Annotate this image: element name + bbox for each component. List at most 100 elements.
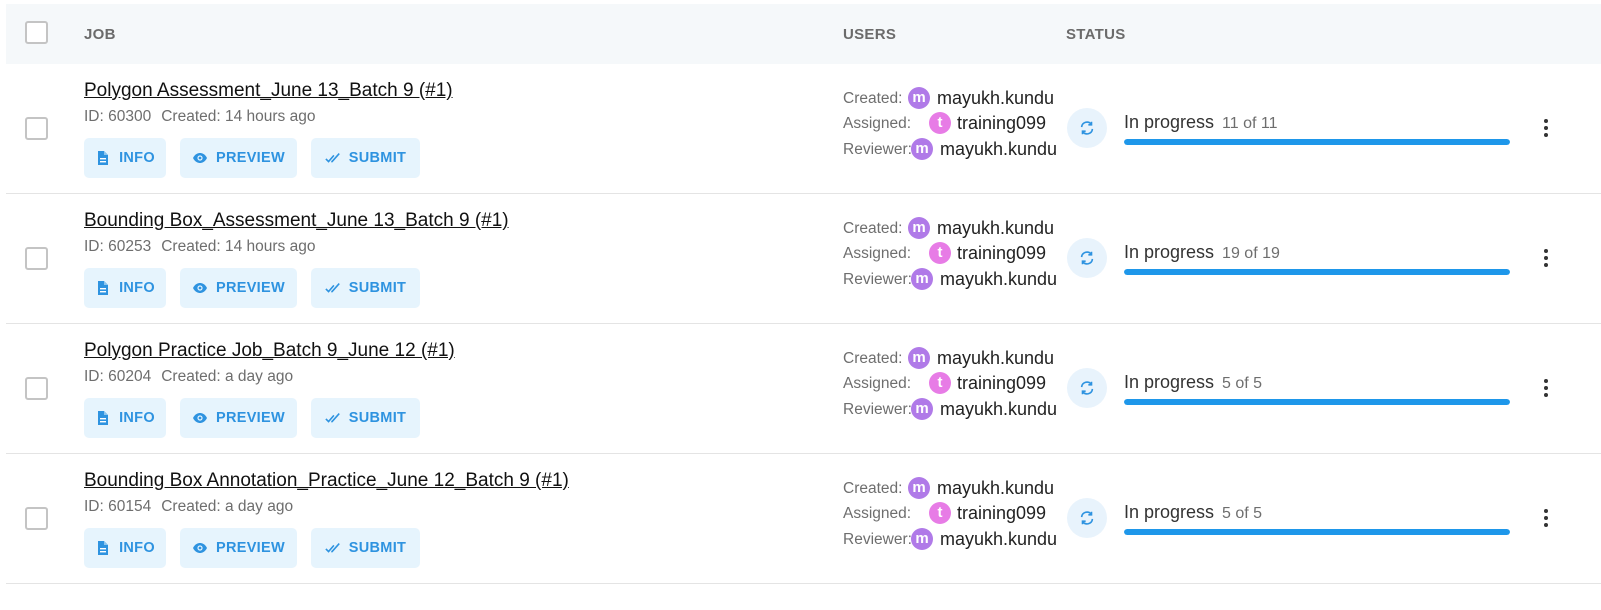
row-checkbox[interactable] xyxy=(25,117,48,140)
user-name: mayukh.kundu xyxy=(940,399,1058,419)
status-text: In progress 5 of 5 xyxy=(1124,372,1262,393)
more-vertical-icon[interactable] xyxy=(1539,377,1553,399)
user-name: mayukh.kundu xyxy=(940,269,1058,289)
status-text: In progress 19 of 19 xyxy=(1124,242,1280,263)
info-button[interactable]: INFO xyxy=(84,138,166,178)
row-checkbox[interactable] xyxy=(25,507,48,530)
more-vertical-icon[interactable] xyxy=(1539,247,1553,269)
created-by-line: Created: m mayukh.kundu xyxy=(843,346,1063,370)
reviewer-label: Reviewer: xyxy=(843,531,912,548)
progress-bar xyxy=(1124,529,1510,535)
info-button[interactable]: INFO xyxy=(84,528,166,568)
preview-button-label: PREVIEW xyxy=(216,540,285,556)
assigned-to-line: Assigned: t training099 xyxy=(843,241,1063,265)
status-count: 5 of 5 xyxy=(1222,505,1263,522)
submit-button[interactable]: SUBMIT xyxy=(311,398,420,438)
column-header-users: USERS xyxy=(843,26,897,43)
job-rows: Polygon Assessment_June 13_Batch 9 (#1) … xyxy=(6,64,1601,584)
user-name: mayukh.kundu xyxy=(940,529,1058,549)
assigned-to-label: Assigned: xyxy=(843,375,912,392)
status-count: 19 of 19 xyxy=(1222,245,1280,262)
info-button-label: INFO xyxy=(119,150,155,166)
preview-button-label: PREVIEW xyxy=(216,410,285,426)
users-cell: Created: m mayukh.kundu Assigned: t training0… xyxy=(843,194,1063,324)
progress-fill xyxy=(1124,529,1510,535)
preview-button[interactable]: PREVIEW xyxy=(180,398,297,438)
created-by-label: Created: xyxy=(843,350,903,367)
document-icon xyxy=(98,151,109,165)
job-created: Created: a day ago xyxy=(161,498,294,515)
row-checkbox[interactable] xyxy=(25,247,48,270)
status-label: In progress xyxy=(1124,372,1215,392)
users-cell: Created: m mayukh.kundu Assigned: t training0… xyxy=(843,454,1063,584)
preview-button-label: PREVIEW xyxy=(216,150,285,166)
preview-button[interactable]: PREVIEW xyxy=(180,138,297,178)
info-button-label: INFO xyxy=(119,280,155,296)
status-count: 5 of 5 xyxy=(1222,375,1263,392)
job-title-link[interactable]: Bounding Box Annotation_Practice_June 12… xyxy=(84,470,569,492)
created-by-label: Created: xyxy=(843,90,903,107)
submit-button[interactable]: SUBMIT xyxy=(311,268,420,308)
double-check-icon xyxy=(325,543,340,553)
assigned-to-line: Assigned: t training099 xyxy=(843,111,1063,135)
double-check-icon xyxy=(325,413,340,423)
job-meta: ID: 60300 Created: 14 hours ago xyxy=(84,108,315,126)
submit-button[interactable]: SUBMIT xyxy=(311,528,420,568)
user-avatar: t xyxy=(929,112,951,134)
jobs-table: JOB USERS STATUS Polygon Assessment_June… xyxy=(6,4,1601,584)
double-check-icon xyxy=(325,283,340,293)
info-button[interactable]: INFO xyxy=(84,398,166,438)
job-created: Created: a day ago xyxy=(161,368,294,385)
eye-icon xyxy=(193,413,207,423)
preview-button-label: PREVIEW xyxy=(216,280,285,296)
column-header-job: JOB xyxy=(84,26,116,43)
table-header: JOB USERS STATUS xyxy=(6,4,1601,64)
user-avatar: m xyxy=(908,477,930,499)
assigned-to-line: Assigned: t training099 xyxy=(843,371,1063,395)
user-avatar: m xyxy=(908,217,930,239)
assigned-to-label: Assigned: xyxy=(843,245,912,262)
preview-button[interactable]: PREVIEW xyxy=(180,268,297,308)
progress-fill xyxy=(1124,139,1510,145)
user-avatar: t xyxy=(929,242,951,264)
user-name: training099 xyxy=(957,113,1047,133)
status-count: 11 of 11 xyxy=(1222,115,1278,132)
info-button-label: INFO xyxy=(119,410,155,426)
preview-button[interactable]: PREVIEW xyxy=(180,528,297,568)
job-meta: ID: 60204 Created: a day ago xyxy=(84,368,293,386)
sync-icon xyxy=(1067,498,1107,538)
user-name: mayukh.kundu xyxy=(937,348,1055,368)
reviewer-line: Reviewer: m mayukh.kundu xyxy=(843,137,1063,161)
status-label: In progress xyxy=(1124,112,1215,132)
job-id: ID: 60300 xyxy=(84,108,152,125)
sync-icon xyxy=(1067,108,1107,148)
info-button-label: INFO xyxy=(119,540,155,556)
user-avatar: m xyxy=(911,138,933,160)
progress-fill xyxy=(1124,269,1510,275)
submit-button[interactable]: SUBMIT xyxy=(311,138,420,178)
user-name: mayukh.kundu xyxy=(937,478,1055,498)
reviewer-line: Reviewer: m mayukh.kundu xyxy=(843,267,1063,291)
job-created: Created: 14 hours ago xyxy=(161,108,316,125)
progress-bar xyxy=(1124,139,1510,145)
row-checkbox[interactable] xyxy=(25,377,48,400)
info-button[interactable]: INFO xyxy=(84,268,166,308)
sync-icon xyxy=(1067,238,1107,278)
document-icon xyxy=(98,541,109,555)
job-title-link[interactable]: Polygon Assessment_June 13_Batch 9 (#1) xyxy=(84,80,453,102)
job-title-link[interactable]: Bounding Box_Assessment_June 13_Batch 9 … xyxy=(84,210,509,232)
job-title-link[interactable]: Polygon Practice Job_Batch 9_June 12 (#1… xyxy=(84,340,455,362)
eye-icon xyxy=(193,283,207,293)
users-cell: Created: m mayukh.kundu Assigned: t training0… xyxy=(843,324,1063,454)
job-created: Created: 14 hours ago xyxy=(161,238,316,255)
progress-bar xyxy=(1124,269,1510,275)
eye-icon xyxy=(193,153,207,163)
select-all-checkbox[interactable] xyxy=(25,21,48,44)
user-avatar: t xyxy=(929,372,951,394)
user-avatar: m xyxy=(911,268,933,290)
more-vertical-icon[interactable] xyxy=(1539,507,1553,529)
more-vertical-icon[interactable] xyxy=(1539,117,1553,139)
status-label: In progress xyxy=(1124,502,1215,522)
double-check-icon xyxy=(325,153,340,163)
job-meta: ID: 60154 Created: a day ago xyxy=(84,498,293,516)
